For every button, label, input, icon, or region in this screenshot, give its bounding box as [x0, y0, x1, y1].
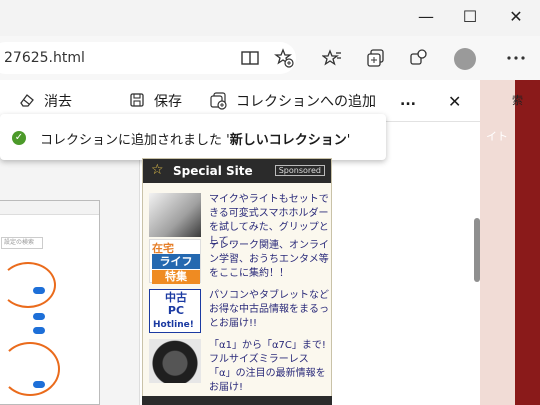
right-red-panel	[515, 80, 540, 405]
ad-item[interactable]: 「α1」から「α7C」まで!フルサイズミラーレス「α」の注目の最新情報をお届け!	[149, 339, 329, 393]
collection-add-icon	[210, 92, 228, 110]
delete-button[interactable]: 消去	[18, 90, 72, 112]
ad-item-text[interactable]: 「α1」から「α7C」まで!フルサイズミラーレス「α」の注目の最新情報をお届け!	[209, 339, 329, 395]
ad-item[interactable]: 在宅 ライフ 特集 テレワーク関連、オンライン学習、おうちエンタメ等をここに集約…	[149, 239, 329, 289]
delete-label: 消去	[44, 94, 72, 110]
minimize-button[interactable]: —	[408, 0, 444, 32]
profile-avatar[interactable]	[454, 48, 476, 70]
right-snippet-2: イト	[486, 130, 508, 143]
url-text[interactable]: 27625.html	[4, 50, 85, 66]
mini-titlebar	[0, 201, 99, 215]
extensions-icon[interactable]	[406, 46, 430, 70]
close-collection-button[interactable]: ✕	[448, 90, 461, 112]
settings-more-icon[interactable]	[504, 46, 528, 70]
favorites-icon[interactable]	[320, 46, 344, 70]
more-options-button[interactable]: ...	[400, 90, 416, 112]
scrollbar-thumb[interactable]	[474, 218, 480, 282]
collection-name[interactable]: 新しいコレクション	[230, 133, 347, 148]
ad-item[interactable]: 中古 PC Hotline! パソコンやタブレットなどお得な中古品情報をまるっと…	[149, 289, 329, 339]
phone-holder-thumbnail[interactable]	[149, 193, 201, 237]
reader-view-icon[interactable]	[238, 46, 262, 70]
save-label: 保存	[154, 94, 182, 110]
annotation-circle	[0, 342, 60, 396]
used-pc-thumbnail[interactable]: 中古 PC Hotline!	[149, 289, 201, 333]
home-life-thumbnail[interactable]: 在宅 ライフ 特集	[149, 239, 201, 284]
add-favorite-icon[interactable]	[272, 46, 296, 70]
ad-footer-bar	[142, 396, 332, 405]
mini-toggle	[33, 313, 45, 320]
ad-item-text[interactable]: パソコンやタブレットなどお得な中古品情報をまるっとお届け!!	[209, 289, 329, 331]
ad-item-text[interactable]: テレワーク関連、オンライン学習、おうちエンタメ等をここに集約！！	[209, 239, 329, 281]
ad-header-title: Special Site	[173, 164, 253, 178]
mini-search-input: 設定の検索	[1, 237, 43, 249]
eraser-icon	[18, 92, 36, 110]
camera-thumbnail[interactable]	[149, 339, 201, 383]
maximize-button[interactable]: ☐	[452, 0, 488, 32]
star-icon: ☆	[151, 162, 164, 178]
add-to-collection-label: コレクションへの追加	[236, 94, 376, 110]
sponsored-badge: Sponsored	[274, 165, 325, 176]
notification-message: コレクションに追加されました '新しいコレクション'	[40, 133, 351, 148]
success-check-icon: ✓	[12, 131, 26, 145]
right-snippet-1: 索	[512, 94, 523, 107]
title-bar: — ☐ ✕	[0, 0, 540, 36]
save-button[interactable]: 保存	[128, 90, 182, 112]
add-to-collection-button[interactable]: コレクションへの追加	[210, 90, 376, 112]
mini-toggle	[33, 327, 45, 334]
ad-item[interactable]: マイクやライトもセットできる可変式スマホホルダーを試してみた、グリップとして…	[149, 193, 329, 247]
collection-added-notification: ✓ コレクションに追加されました '新しいコレクション'	[0, 114, 386, 160]
save-icon	[128, 92, 146, 110]
ad-header: ☆ Special Site Sponsored	[143, 159, 331, 183]
annotation-circle	[0, 262, 56, 308]
collections-icon[interactable]	[364, 46, 388, 70]
special-site-ad: ☆ Special Site Sponsored マイクやライトもセットできる可…	[142, 158, 332, 405]
close-window-button[interactable]: ✕	[498, 0, 534, 32]
